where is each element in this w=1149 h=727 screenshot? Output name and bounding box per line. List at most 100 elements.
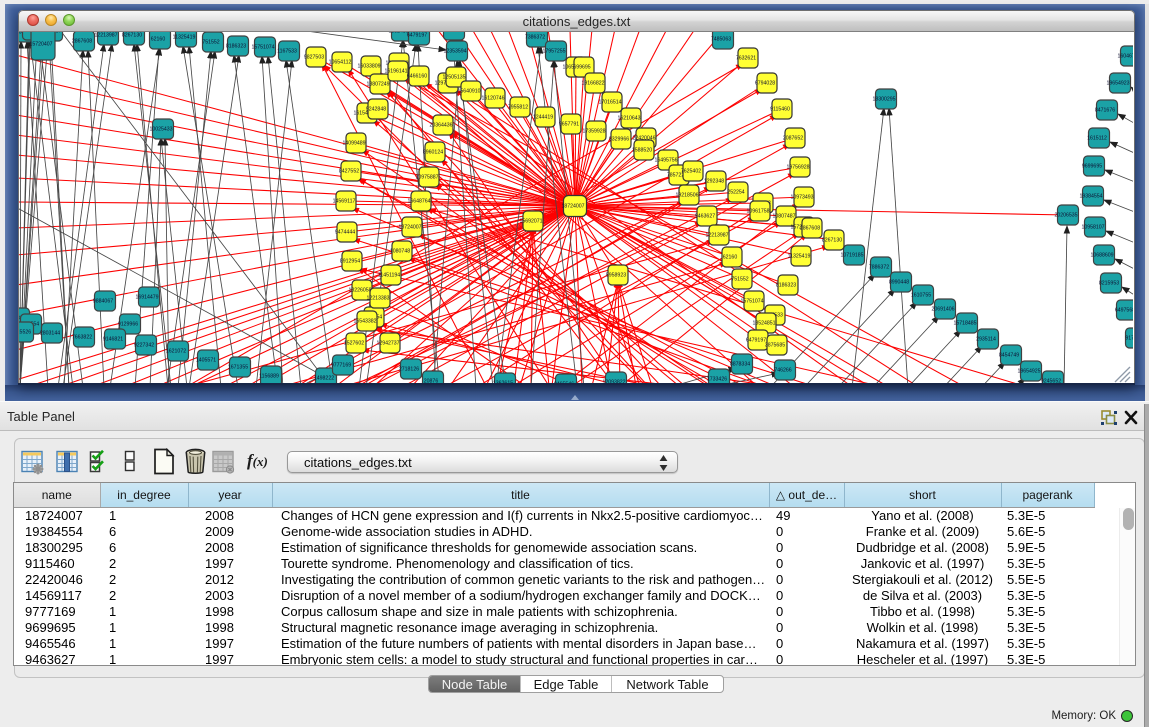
- svg-text:7886372: 7886372: [869, 265, 889, 271]
- svg-text:9884067: 9884067: [93, 299, 113, 305]
- svg-text:751552: 751552: [731, 277, 748, 283]
- svg-text:20364436: 20364436: [429, 123, 452, 129]
- svg-text:8912954: 8912954: [340, 259, 360, 265]
- svg-text:16046786: 16046786: [1117, 54, 1133, 60]
- svg-text:17957255: 17957255: [542, 49, 565, 55]
- svg-text:14569117: 14569117: [333, 199, 356, 205]
- svg-text:10719185: 10719185: [840, 253, 863, 259]
- svg-text:751552: 751552: [202, 40, 219, 46]
- svg-text:12213987: 12213987: [705, 233, 728, 239]
- svg-text:8267130: 8267130: [122, 33, 142, 39]
- svg-text:1156889: 1156889: [259, 374, 279, 380]
- svg-text:8186323: 8186323: [226, 44, 246, 50]
- svg-text:19384554: 19384554: [1079, 194, 1102, 200]
- svg-text:18807249: 18807249: [366, 82, 389, 88]
- svg-text:12353594: 12353594: [443, 49, 466, 55]
- svg-text:1588520: 1588520: [632, 148, 652, 154]
- svg-text:11325419: 11325419: [788, 254, 811, 260]
- svg-text:9827503: 9827503: [304, 55, 324, 61]
- svg-text:8186323: 8186323: [776, 283, 796, 289]
- svg-text:9242848: 9242848: [366, 107, 386, 113]
- svg-text:62160: 62160: [151, 37, 166, 43]
- svg-text:1615112: 1615112: [1087, 136, 1107, 142]
- svg-text:19756928: 19756928: [786, 165, 809, 171]
- svg-text:8878334: 8878334: [730, 362, 750, 368]
- svg-text:9115460: 9115460: [770, 107, 790, 113]
- svg-text:1244419: 1244419: [533, 115, 553, 121]
- svg-text:12213383: 12213383: [366, 296, 389, 302]
- svg-text:7663822: 7663822: [72, 335, 92, 341]
- svg-text:7515526: 7515526: [19, 330, 31, 336]
- svg-text:15751074: 15751074: [251, 45, 274, 51]
- svg-text:19654925: 19654925: [1017, 369, 1040, 375]
- svg-text:1405571: 1405571: [196, 358, 216, 364]
- svg-text:10975887: 10975887: [415, 175, 438, 181]
- svg-text:1080748: 1080748: [390, 249, 410, 255]
- svg-text:15692071: 15692071: [519, 219, 542, 225]
- svg-text:18300295: 18300295: [872, 97, 895, 103]
- svg-text:19654923: 19654923: [1106, 81, 1129, 87]
- svg-text:10807487: 10807487: [772, 214, 795, 220]
- svg-text:7955812: 7955812: [508, 105, 528, 111]
- svg-text:17016514: 17016514: [598, 100, 621, 106]
- svg-text:9329966: 9329966: [609, 137, 629, 143]
- svg-text:9657791: 9657791: [559, 122, 579, 128]
- svg-text:15640910: 15640910: [457, 89, 480, 95]
- svg-text:9474444: 9474444: [335, 230, 355, 236]
- svg-text:11451194: 11451194: [378, 273, 400, 279]
- svg-text:16033809: 16033809: [357, 64, 380, 70]
- svg-text:2867608: 2867608: [800, 226, 820, 232]
- svg-text:9227342: 9227342: [134, 343, 154, 349]
- svg-text:7625402: 7625402: [681, 169, 701, 175]
- svg-text:10961758: 10961758: [746, 209, 769, 215]
- svg-text:9777169: 9777169: [331, 363, 351, 369]
- svg-text:16210643: 16210643: [617, 116, 640, 122]
- svg-text:8215953: 8215953: [1099, 281, 1119, 287]
- svg-text:20691406: 20691406: [931, 307, 954, 313]
- svg-text:3875685: 3875685: [765, 343, 785, 349]
- svg-text:2087652: 2087652: [783, 136, 803, 142]
- svg-text:2867608: 2867608: [72, 39, 92, 45]
- svg-text:8471676: 8471676: [1095, 108, 1115, 114]
- svg-text:699695: 699695: [573, 65, 590, 71]
- svg-text:18524851: 18524851: [752, 321, 775, 327]
- svg-text:6466160: 6466160: [407, 74, 427, 80]
- svg-text:17359928: 17359928: [582, 129, 605, 135]
- svg-text:16543382: 16543382: [353, 319, 376, 325]
- svg-text:1621072: 1621072: [166, 349, 186, 355]
- svg-text:19218506: 19218506: [675, 193, 698, 199]
- svg-text:2718126: 2718126: [399, 367, 419, 373]
- svg-text:3875685: 3875685: [442, 32, 462, 34]
- svg-text:2935114: 2935114: [976, 337, 996, 343]
- svg-text:10025433: 10025433: [149, 127, 172, 133]
- svg-text:10958107: 10958107: [1081, 225, 1104, 231]
- svg-text:18724007: 18724007: [561, 204, 584, 210]
- svg-text:1733426: 1733426: [707, 377, 727, 383]
- svg-text:15718485: 15718485: [953, 321, 976, 327]
- svg-text:19166822: 19166822: [581, 81, 604, 87]
- svg-text:16914479: 16914479: [135, 295, 158, 301]
- svg-text:1671355: 1671355: [228, 365, 248, 371]
- svg-text:12505135: 12505135: [442, 75, 465, 81]
- svg-text:2803144: 2803144: [40, 331, 60, 337]
- svg-text:62160: 62160: [723, 255, 738, 261]
- svg-text:8960124: 8960124: [423, 150, 443, 156]
- svg-text:16495756: 16495756: [654, 158, 677, 164]
- svg-text:6497568: 6497568: [1115, 308, 1133, 314]
- svg-text:6479197: 6479197: [746, 338, 766, 344]
- svg-text:7632621: 7632621: [736, 56, 756, 62]
- svg-text:14099489: 14099489: [342, 141, 365, 147]
- svg-text:16196141: 16196141: [384, 69, 407, 75]
- svg-text:7386372: 7386372: [525, 35, 545, 41]
- svg-text:6794028: 6794028: [755, 81, 775, 87]
- svg-text:12942737: 12942737: [376, 341, 399, 347]
- svg-text:1167533: 1167533: [277, 49, 297, 55]
- svg-text:1498222: 1498222: [314, 376, 334, 382]
- svg-text:7485063: 7485063: [711, 37, 731, 43]
- svg-text:10654112: 10654112: [329, 60, 352, 66]
- svg-text:18226058: 18226058: [348, 288, 371, 294]
- svg-text:12213987: 12213987: [94, 33, 117, 39]
- svg-text:16648764: 16648764: [407, 199, 430, 205]
- svg-text:252254: 252254: [727, 190, 744, 196]
- svg-text:20206535: 20206535: [1054, 213, 1077, 219]
